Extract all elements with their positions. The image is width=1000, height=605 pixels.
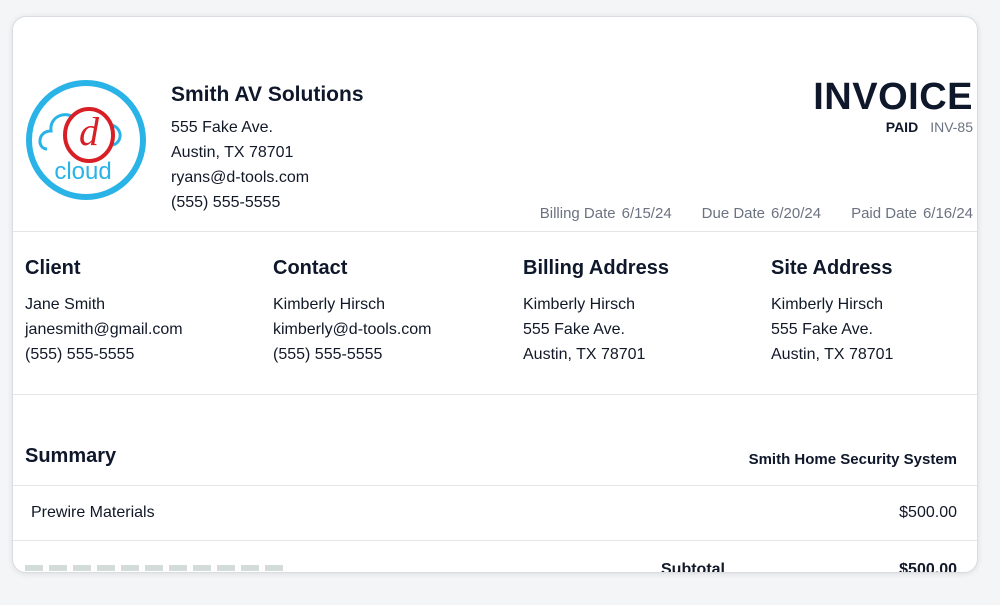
site-address-line1: 555 Fake Ave. [771,321,873,338]
company-info: Smith AV Solutions 555 Fake Ave. Austin,… [171,83,364,215]
line-item-divider [13,540,977,541]
contact-email: kimberly@d-tools.com [273,321,432,338]
subtotal-label: Subtotal [661,561,725,573]
site-address-section: Site Address Kimberly Hirsch 555 Fake Av… [771,257,893,367]
client-phone: (555) 555-5555 [25,346,135,363]
header-divider [13,231,977,232]
client-section: Client Jane Smith janesmith@gmail.com (5… [25,257,183,367]
company-email: ryans@d-tools.com [171,169,310,186]
site-address-heading: Site Address [771,257,893,279]
invoice-card: d cloud Smith AV Solutions 555 Fake Ave.… [12,16,978,573]
client-heading: Client [25,257,81,279]
contact-phone: (555) 555-5555 [273,346,383,363]
contact-heading: Contact [273,257,348,279]
line-item-amount: $500.00 [899,504,957,521]
company-address-line1: 555 Fake Ave. [171,119,273,136]
parties-divider [13,394,977,395]
due-date-value: 6/20/24 [771,205,822,222]
logo-letter: d [79,109,100,154]
invoice-number: INV-85 [930,119,973,135]
subtotal-amount: $500.00 [899,561,957,573]
site-address-line2: Austin, TX 78701 [771,346,894,363]
d-cloud-logo: d cloud [26,80,146,200]
billing-address-name: Kimberly Hirsch [523,296,636,313]
truncated-note [25,565,285,571]
billing-date-label: Billing Date [539,205,616,222]
billing-address-heading: Billing Address [523,257,669,279]
invoice-header: INVOICE PAID INV-85 [813,75,973,135]
billing-address-line2: Austin, TX 78701 [523,346,646,363]
billing-date-value: 6/15/24 [621,205,672,222]
summary-heading: Summary [25,445,117,467]
company-phone: (555) 555-5555 [171,194,281,211]
status-badge: PAID [885,119,919,135]
due-date-label: Due Date [701,205,766,222]
project-name: Smith Home Security System [748,451,957,468]
billing-address-line1: 555 Fake Ave. [523,321,625,338]
summary-divider [13,485,977,486]
paid-date-label: Paid Date [851,205,917,222]
client-email: janesmith@gmail.com [25,321,183,338]
invoice-title: INVOICE [813,76,973,118]
company-address-line2: Austin, TX 78701 [171,144,294,161]
billing-address-section: Billing Address Kimberly Hirsch 555 Fake… [523,257,669,367]
site-address-name: Kimberly Hirsch [771,296,884,313]
paid-date-value: 6/16/24 [922,205,973,222]
contact-section: Contact Kimberly Hirsch kimberly@d-tools… [273,257,432,367]
line-item-label: Prewire Materials [31,504,155,521]
contact-name: Kimberly Hirsch [273,296,386,313]
logo-word: cloud [54,158,111,185]
invoice-dates: Billing Date 6/15/24 Due Date 6/20/24 Paid D… [510,205,973,222]
client-name: Jane Smith [25,296,106,313]
company-name: Smith AV Solutions [171,83,364,106]
